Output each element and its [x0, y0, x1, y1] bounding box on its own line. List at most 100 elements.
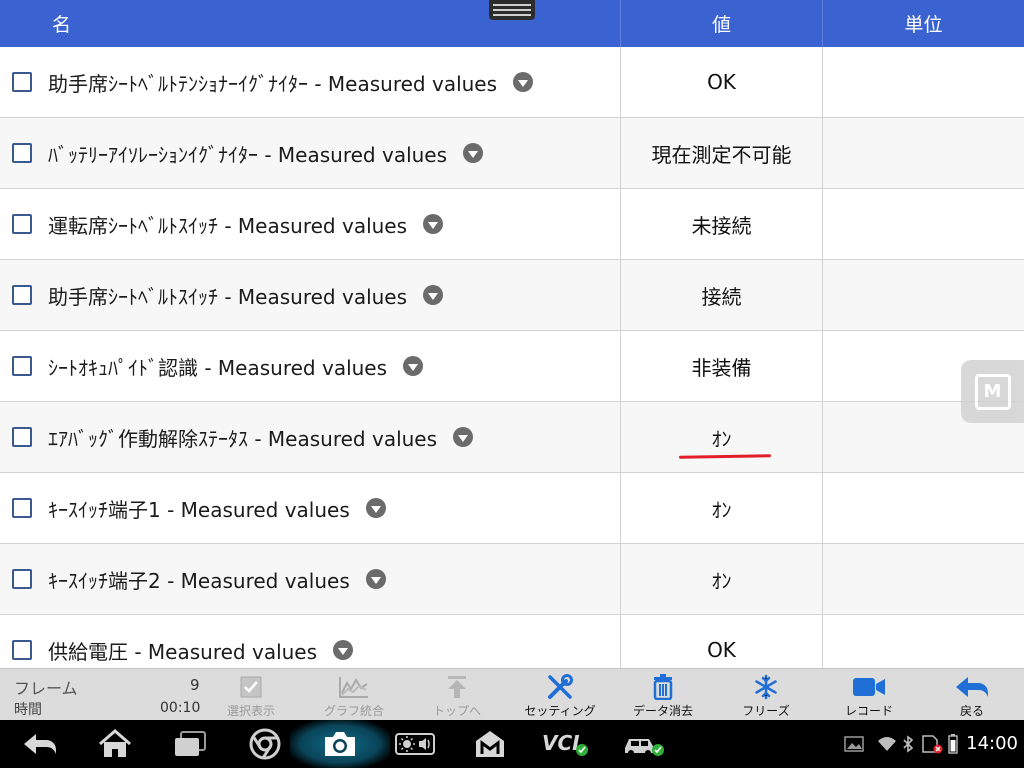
graph-icon	[338, 673, 370, 701]
vehicle-connected-icon[interactable]	[620, 720, 668, 768]
snowflake-icon	[753, 673, 779, 701]
drag-handle[interactable]	[489, 0, 535, 20]
header-value[interactable]: 値	[621, 0, 823, 47]
gallery-icon	[842, 720, 866, 768]
system-nav-bar	[0, 720, 1024, 768]
row-label: ｷｰｽｲｯﾁ端子2 - Measured values	[48, 568, 350, 593]
row-label: 助手席ｼｰﾄﾍﾞﾙﾄﾃﾝｼｮﾅｰｲｸﾞﾅｲﾀｰ - Measured value…	[48, 71, 498, 96]
row-unit	[823, 473, 1024, 543]
row-label: 運転席ｼｰﾄﾍﾞﾙﾄｽｲｯﾁ - Measured values	[48, 213, 408, 238]
row-unit	[823, 47, 1024, 117]
row-value: ｵﾝ	[621, 544, 823, 614]
row-label: ｷｰｽｲｯﾁ端子1 - Measured values	[48, 497, 350, 522]
row-value: 現在測定不可能	[621, 118, 823, 188]
merge-graph-button[interactable]: グラフ統合	[304, 673, 404, 719]
chrome-icon[interactable]	[245, 720, 285, 768]
row-value: OK	[621, 47, 823, 117]
row-value: ｵﾝ	[621, 473, 823, 543]
nav-recent-apps-icon[interactable]	[170, 720, 210, 768]
row-label: 助手席ｼｰﾄﾍﾞﾙﾄｽｲｯﾁ - Measured values	[48, 284, 408, 309]
row-checkbox[interactable]	[12, 285, 32, 305]
floating-m-button[interactable]: M	[961, 360, 1024, 423]
checkbox-icon	[240, 673, 262, 701]
row-unit	[823, 260, 1024, 330]
trash-icon	[651, 673, 675, 701]
chevron-down-icon[interactable]	[333, 640, 354, 660]
setting-button[interactable]: セッティング	[510, 673, 610, 719]
video-camera-icon	[852, 673, 886, 701]
table-row[interactable]: ﾊﾞｯﾃﾘｰｱｲｿﾚｰｼｮﾝｲｸﾞﾅｲﾀｰ - Measured values …	[0, 118, 1024, 189]
table-row[interactable]: 助手席ｼｰﾄﾍﾞﾙﾄﾃﾝｼｮﾅｰｲｸﾞﾅｲﾀｰ - Measured value…	[0, 47, 1024, 118]
time-label: 時間	[14, 702, 42, 718]
table-row[interactable]: 運転席ｼｰﾄﾍﾞﾙﾄｽｲｯﾁ - Measured values 未接続	[0, 189, 1024, 260]
row-checkbox[interactable]	[12, 72, 32, 92]
m-logo-icon: M	[974, 373, 1011, 410]
frame-info: フレーム 9 時間 00:10	[12, 673, 202, 719]
time-value: 00:10	[160, 700, 201, 716]
row-value-text: ｵﾝ	[711, 426, 732, 451]
maxisys-icon[interactable]	[470, 720, 510, 768]
back-button[interactable]: 戻る	[922, 673, 1022, 719]
to-top-button[interactable]: トップへ	[407, 673, 507, 719]
select-display-button[interactable]: 選択表示	[201, 673, 301, 719]
screen: 名 値 単位 助手席ｼｰﾄﾍﾞﾙﾄﾃﾝｼｮﾅｰｲｸﾞﾅｲﾀｰ - Measure…	[0, 0, 1024, 768]
record-button[interactable]: レコード	[819, 673, 919, 719]
delete-data-button[interactable]: データ消去	[613, 673, 713, 719]
row-label: ﾊﾞｯﾃﾘｰｱｲｿﾚｰｼｮﾝｲｸﾞﾅｲﾀｰ - Measured values	[48, 142, 448, 167]
chevron-down-icon[interactable]	[453, 427, 474, 447]
table-row[interactable]: 供給電圧 - Measured values OK	[0, 615, 1024, 668]
vci-icon[interactable]: VCI	[540, 720, 592, 768]
table-row[interactable]: ｷｰｽｲｯﾁ端子1 - Measured values ｵﾝ	[0, 473, 1024, 544]
table-row[interactable]: 助手席ｼｰﾄﾍﾞﾙﾄｽｲｯﾁ - Measured values 接続	[0, 260, 1024, 331]
row-unit	[823, 615, 1024, 668]
row-checkbox[interactable]	[12, 569, 32, 589]
row-unit	[823, 189, 1024, 259]
row-checkbox[interactable]	[12, 640, 32, 660]
back-arrow-icon	[954, 673, 990, 701]
frame-value: 9	[190, 676, 200, 694]
merge-graph-label: グラフ統合	[323, 704, 384, 718]
row-label: ｴｱﾊﾞｯｸﾞ作動解除ｽﾃｰﾀｽ - Measured values	[48, 426, 438, 451]
row-value: 未接続	[621, 189, 823, 259]
back-label: 戻る	[959, 704, 984, 718]
delete-data-label: データ消去	[632, 704, 693, 718]
table-row[interactable]: ｷｰｽｲｯﾁ端子2 - Measured values ｵﾝ	[0, 544, 1024, 615]
arrow-up-icon	[446, 673, 468, 701]
chevron-down-icon[interactable]	[463, 143, 484, 163]
no-sim-icon	[920, 720, 944, 768]
nav-back-icon[interactable]	[20, 720, 60, 768]
row-checkbox[interactable]	[12, 143, 32, 163]
row-unit	[823, 544, 1024, 614]
row-checkbox[interactable]	[12, 214, 32, 234]
row-value: OK	[621, 615, 823, 668]
data-table[interactable]: 助手席ｼｰﾄﾍﾞﾙﾄﾃﾝｼｮﾅｰｲｸﾞﾅｲﾀｰ - Measured value…	[0, 47, 1024, 668]
wifi-icon	[876, 720, 898, 768]
chevron-down-icon[interactable]	[513, 72, 534, 92]
row-checkbox[interactable]	[12, 356, 32, 376]
header-unit[interactable]: 単位	[823, 0, 1024, 47]
freeze-button[interactable]: フリーズ	[716, 673, 816, 719]
chevron-down-icon[interactable]	[403, 356, 424, 376]
row-label: 供給電圧 - Measured values	[48, 639, 318, 664]
chevron-down-icon[interactable]	[365, 569, 386, 589]
row-value: 非装備	[621, 331, 823, 401]
bluetooth-icon	[900, 720, 916, 768]
frame-label: フレーム	[14, 679, 78, 698]
tools-icon	[546, 673, 574, 701]
camera-icon[interactable]	[320, 720, 360, 768]
table-row[interactable]: ｼｰﾄｵｷｭﾊﾟｲﾄﾞ認識 - Measured values 非装備	[0, 331, 1024, 402]
to-top-label: トップへ	[432, 704, 481, 718]
chevron-down-icon[interactable]	[423, 214, 444, 234]
battery-icon	[946, 720, 960, 768]
status-clock: 14:00	[966, 733, 1018, 754]
chevron-down-icon[interactable]	[365, 498, 386, 518]
row-value: 接続	[621, 260, 823, 330]
nav-home-icon[interactable]	[95, 720, 135, 768]
freeze-label: フリーズ	[742, 704, 790, 718]
row-checkbox[interactable]	[12, 427, 32, 447]
bottom-toolbar: フレーム 9 時間 00:10 選択表示 グラフ統合 トップへ セッティング デ…	[0, 668, 1024, 720]
chevron-down-icon[interactable]	[423, 285, 444, 305]
row-checkbox[interactable]	[12, 498, 32, 518]
table-row[interactable]: ｴｱﾊﾞｯｸﾞ作動解除ｽﾃｰﾀｽ - Measured values ｵﾝ	[0, 402, 1024, 473]
brightness-volume-icon[interactable]	[395, 720, 435, 768]
